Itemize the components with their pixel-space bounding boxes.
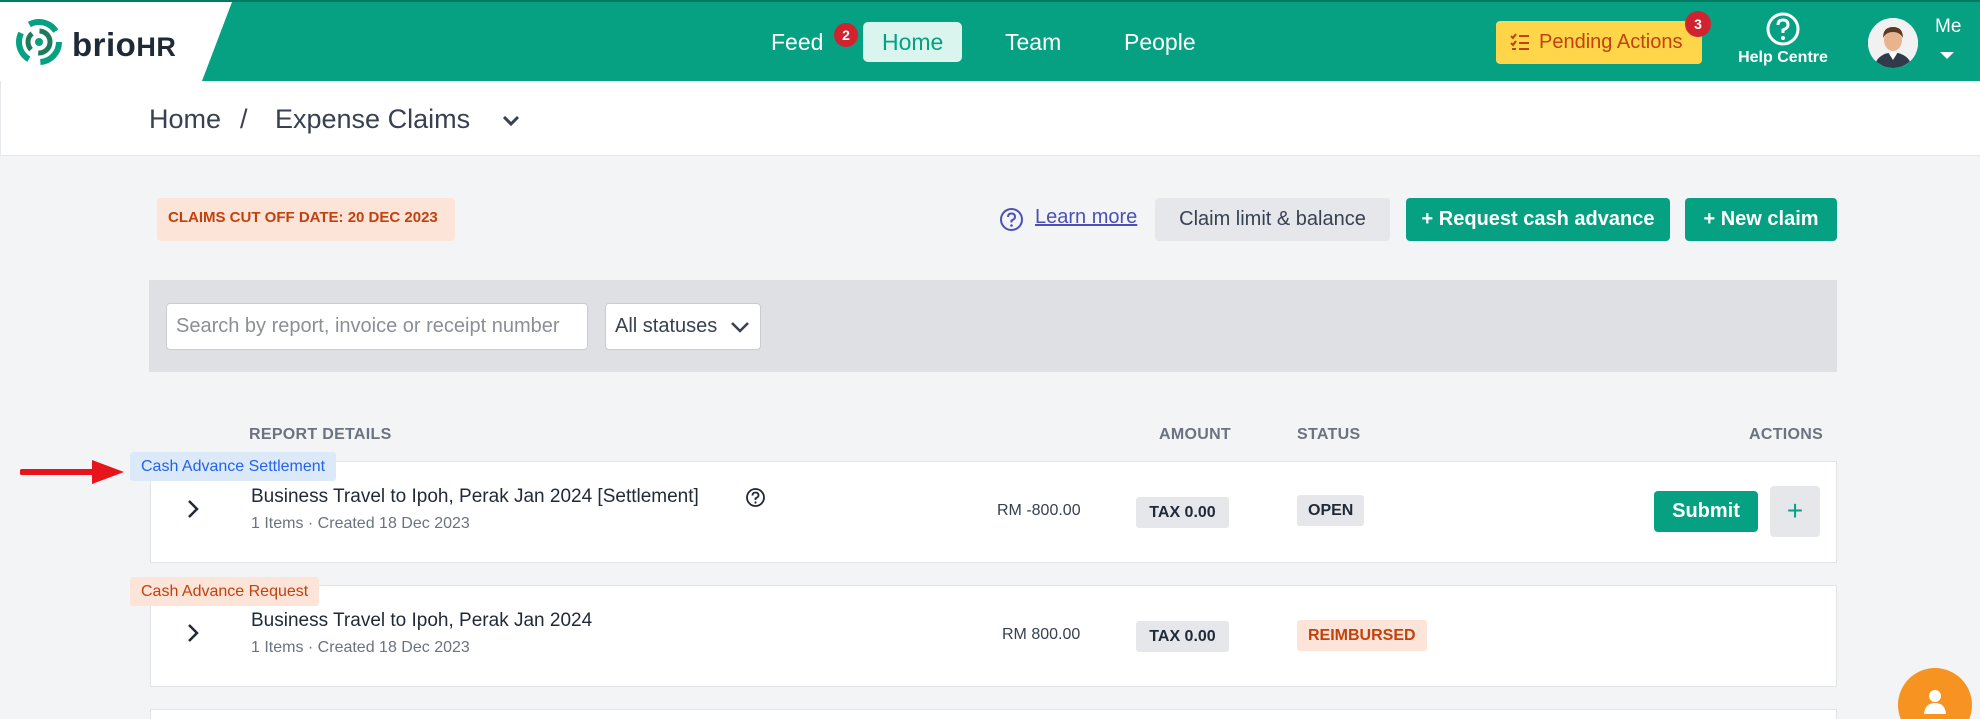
report-title[interactable]: Business Travel to Ipoh, Perak Jan 2024 … <box>251 486 699 508</box>
cash-advance-request-tag: Cash Advance Request <box>130 577 320 606</box>
main-nav: Feed 2 Home Team People Pending Actions … <box>0 2 1980 81</box>
nav-home[interactable]: Home <box>863 22 963 62</box>
support-chat-button[interactable] <box>1898 668 1972 719</box>
claims-cutoff-badge: CLAIMS CUT OFF DATE: 20 DEC 2023 <box>157 198 455 241</box>
new-claim-button[interactable]: + New claim <box>1685 198 1837 241</box>
cash-advance-settlement-tag: Cash Advance Settlement <box>130 452 337 481</box>
chevron-down-icon <box>731 322 749 333</box>
column-header-actions: ACTIONS <box>1749 426 1824 443</box>
nav-team[interactable]: Team <box>986 22 1080 62</box>
chevron-down-icon[interactable] <box>1940 52 1954 59</box>
tax-badge: TAX 0.00 <box>1136 497 1229 528</box>
report-amount: RM -800.00 <box>997 502 1081 519</box>
pending-actions-label: Pending Actions <box>1539 31 1683 53</box>
table-row[interactable] <box>150 709 1837 719</box>
report-amount: RM 800.00 <box>1002 626 1081 643</box>
avatar[interactable] <box>1868 18 1918 68</box>
breadcrumb-separator: / <box>240 104 248 134</box>
me-label[interactable]: Me <box>1935 16 1961 38</box>
table-row[interactable] <box>150 585 1837 687</box>
red-arrow <box>20 460 124 484</box>
chevron-right-icon[interactable] <box>186 622 200 644</box>
checklist-icon <box>1510 33 1529 50</box>
question-circle-icon[interactable] <box>999 207 1024 232</box>
breadcrumb-current: Expense Claims <box>275 104 471 134</box>
status-select[interactable]: All statuses <box>605 303 761 350</box>
request-cash-advance-button[interactable]: + Request cash advance <box>1406 198 1670 241</box>
column-header-report: REPORT DETAILS <box>249 426 392 443</box>
status-badge: OPEN <box>1297 495 1365 526</box>
submit-button[interactable]: Submit <box>1654 491 1758 532</box>
avatar-image <box>1868 18 1918 68</box>
status-badge: REIMBURSED <box>1297 620 1427 651</box>
tax-badge: TAX 0.00 <box>1136 621 1229 652</box>
report-subtitle: 1 Items · Created 18 Dec 2023 <box>251 639 470 656</box>
table-row[interactable] <box>150 461 1837 563</box>
feed-badge: 2 <box>834 23 858 47</box>
question-circle-icon[interactable] <box>745 487 766 508</box>
help-centre-button[interactable]: Help Centre <box>1733 12 1833 67</box>
column-header-status: STATUS <box>1297 426 1361 443</box>
column-header-amount: AMOUNT <box>1159 426 1232 443</box>
help-circle-icon <box>1766 12 1800 46</box>
chevron-right-icon[interactable] <box>186 498 200 520</box>
nav-feed[interactable]: Feed <box>752 22 842 62</box>
top-navbar: brioHR Feed 2 Home Team People Pending A… <box>0 0 1980 81</box>
help-centre-label: Help Centre <box>1738 49 1828 66</box>
claim-limit-button[interactable]: Claim limit & balance <box>1155 198 1390 241</box>
report-subtitle: 1 Items · Created 18 Dec 2023 <box>251 515 470 532</box>
breadcrumb-home[interactable]: Home <box>149 104 221 135</box>
status-select-value: All statuses <box>615 315 718 337</box>
learn-more-link[interactable]: Learn more <box>1035 206 1137 229</box>
support-person-icon <box>1924 690 1946 714</box>
nav-people[interactable]: People <box>1105 22 1215 62</box>
pending-actions-button[interactable]: Pending Actions <box>1496 21 1702 64</box>
add-button[interactable]: + <box>1770 486 1820 537</box>
report-title[interactable]: Business Travel to Ipoh, Perak Jan 2024 <box>251 610 592 632</box>
pending-badge: 3 <box>1685 11 1711 37</box>
search-input[interactable] <box>166 303 588 350</box>
chevron-down-icon[interactable] <box>501 111 521 131</box>
